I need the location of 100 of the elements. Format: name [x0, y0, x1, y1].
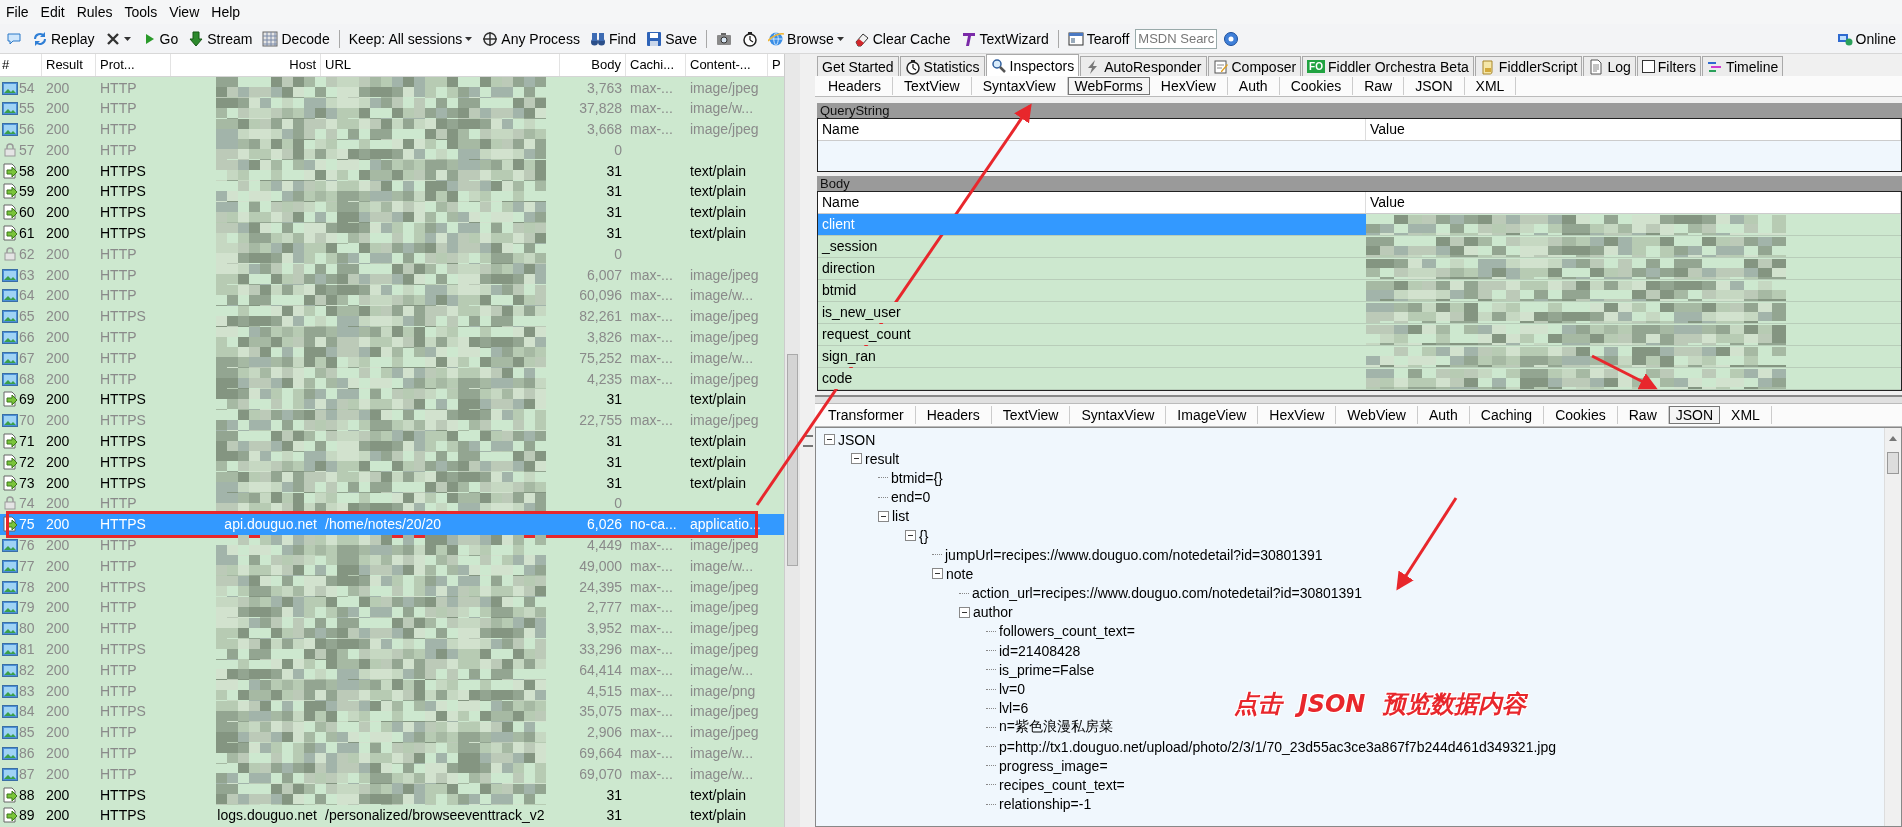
- menu-item[interactable]: Edit: [36, 3, 69, 21]
- column-header[interactable]: Cachi...: [626, 54, 686, 76]
- tree-node[interactable]: end=0: [891, 489, 931, 506]
- tree-node[interactable]: list: [892, 508, 910, 525]
- toolbar-dropdown-button[interactable]: Browse: [764, 27, 848, 50]
- tab[interactable]: Log: [1583, 56, 1636, 76]
- session-row[interactable]: 59 200 HTTPS 31 text/plain: [0, 181, 785, 202]
- tab[interactable]: Raw: [1617, 406, 1669, 424]
- collapse-toggle[interactable]: [932, 568, 943, 580]
- tree-node[interactable]: is_prime=False: [999, 661, 1095, 678]
- tab[interactable]: SyntaxView: [971, 77, 1068, 95]
- tab[interactable]: AutoResponder: [1080, 56, 1207, 76]
- session-row[interactable]: 58 200 HTTPS 31 text/plain: [0, 160, 785, 181]
- tab[interactable]: Headers: [915, 406, 992, 424]
- toolbar-dropdown-button[interactable]: Keep: All sessions: [344, 27, 477, 50]
- column-header[interactable]: URL: [321, 54, 560, 76]
- tab[interactable]: HexView: [1258, 406, 1337, 424]
- online-button[interactable]: Online: [1832, 27, 1900, 50]
- tab[interactable]: Statistics: [899, 56, 985, 76]
- tab[interactable]: HexView: [1149, 77, 1228, 95]
- column-header[interactable]: Content-...: [686, 54, 768, 76]
- tree-node[interactable]: JSON: [838, 431, 876, 448]
- menu-item[interactable]: View: [165, 3, 204, 21]
- toolbar-button[interactable]: TextWizard: [956, 27, 1053, 50]
- session-row[interactable]: 71 200 HTTPS 31 text/plain: [0, 430, 785, 452]
- tab[interactable]: Caching: [1469, 406, 1545, 424]
- collapse-toggle[interactable]: [959, 606, 970, 618]
- collapse-toggle[interactable]: [905, 530, 916, 542]
- checkbox[interactable]: [1641, 60, 1655, 73]
- tree-node[interactable]: lvl=6: [999, 700, 1029, 717]
- tab[interactable]: Auth: [1417, 406, 1470, 424]
- tree-node[interactable]: recipes_count_text=: [999, 776, 1125, 793]
- tree-node[interactable]: result: [865, 450, 900, 467]
- tab[interactable]: Cookies: [1544, 406, 1618, 424]
- toolbar-button[interactable]: Tearoff: [1063, 27, 1134, 50]
- scrollbar[interactable]: [1884, 428, 1901, 826]
- tab[interactable]: JSON: [1404, 77, 1465, 95]
- menu-item[interactable]: File: [2, 3, 33, 21]
- toolbar-button[interactable]: Find: [585, 27, 641, 50]
- tree-node[interactable]: lv=0: [999, 681, 1026, 698]
- tree-node[interactable]: {}: [919, 527, 929, 544]
- menu-item[interactable]: Rules: [72, 3, 117, 21]
- tab[interactable]: Composer: [1207, 56, 1302, 76]
- tab[interactable]: WebForms: [1067, 77, 1150, 95]
- tree-node[interactable]: p=http://tx1.douguo.net/upload/photo/2/3/1/70_23d55ac3ce3a867f7b244d461d349321.jpg: [999, 738, 1556, 755]
- toolbar-button[interactable]: Decode: [258, 27, 334, 50]
- tab[interactable]: XML: [1720, 406, 1772, 424]
- collapse-toggle[interactable]: [851, 453, 862, 465]
- tab[interactable]: TextView: [892, 77, 972, 95]
- session-row[interactable]: 69 200 HTTPS 31 text/plain: [0, 388, 785, 410]
- tree-node[interactable]: n=紫色浪漫私房菜: [999, 718, 1113, 737]
- column-header[interactable]: Result: [42, 54, 96, 76]
- tab[interactable]: Inspectors: [985, 54, 1080, 76]
- menu-item[interactable]: Help: [207, 3, 245, 21]
- tab[interactable]: WebView: [1336, 406, 1418, 424]
- tree-node[interactable]: action_url=recipes://www.douguo.com/notedetail?id=30801391: [972, 585, 1362, 602]
- toolbar-button[interactable]: Save: [642, 27, 702, 50]
- tab[interactable]: JSON: [1668, 406, 1721, 424]
- toolbar-button[interactable]: Go: [136, 27, 183, 50]
- tree-node[interactable]: relationship=-1: [999, 796, 1092, 813]
- tab[interactable]: ImageView: [1166, 406, 1259, 424]
- tree-node[interactable]: progress_image=: [999, 757, 1108, 774]
- column-header[interactable]: Body: [560, 54, 626, 76]
- tree-node[interactable]: author: [973, 604, 1013, 621]
- toolbar-button[interactable]: Stream: [184, 27, 257, 50]
- tab[interactable]: FO Fiddler Orchestra Beta: [1302, 56, 1474, 76]
- tab[interactable]: FiddlerScript: [1474, 56, 1583, 76]
- tree-node[interactable]: followers_count_text=: [999, 623, 1135, 640]
- session-row[interactable]: 61 200 HTTPS 31 text/plain: [0, 222, 785, 244]
- search-field[interactable]: MSDN Searc: [1135, 28, 1218, 49]
- tab[interactable]: Timeline: [1701, 56, 1784, 76]
- scrollbar[interactable]: [784, 54, 800, 827]
- tree-node[interactable]: btmid={}: [891, 469, 943, 486]
- tab[interactable]: TextView: [991, 406, 1071, 424]
- tab[interactable]: Raw: [1353, 77, 1405, 95]
- session-row[interactable]: 73 200 HTTPS 31 text/plain: [0, 472, 785, 493]
- toolbar-button[interactable]: Clear Cache: [849, 27, 955, 50]
- tab[interactable]: Get Started: [817, 56, 899, 76]
- toolbar-button[interactable]: Replay: [28, 27, 99, 50]
- session-row[interactable]: 60 200 HTTPS 31 text/plain: [0, 201, 785, 223]
- tab[interactable]: Transformer: [817, 406, 916, 424]
- tree-node[interactable]: note: [946, 565, 974, 582]
- tab[interactable]: Cookies: [1279, 77, 1354, 95]
- column-header[interactable]: #: [0, 54, 42, 76]
- session-row[interactable]: 89 200 HTTPS logs.douguo.net /personalized/browseeventtrack_v2 31 text/plain: [0, 804, 785, 826]
- menu-item[interactable]: Tools: [120, 3, 162, 21]
- session-row[interactable]: 88 200 HTTPS 31 text/plain: [0, 784, 785, 805]
- collapse-toggle[interactable]: [878, 510, 889, 522]
- tab[interactable]: Auth: [1227, 77, 1280, 95]
- session-row[interactable]: 72 200 HTTPS 31 text/plain: [0, 451, 785, 473]
- collapse-toggle[interactable]: [824, 434, 835, 446]
- column-header[interactable]: Prot...: [96, 54, 171, 76]
- splitter-bar[interactable]: [815, 395, 1902, 404]
- column-header[interactable]: Host: [171, 54, 321, 76]
- tree-node[interactable]: jumpUrl=recipes://www.douguo.com/notedetail?id=30801391: [945, 546, 1323, 563]
- tab[interactable]: XML: [1464, 77, 1517, 95]
- tab[interactable]: Headers: [817, 77, 893, 95]
- tab[interactable]: SyntaxView: [1070, 406, 1167, 424]
- toolbar-button[interactable]: Any Process: [478, 27, 584, 50]
- tab[interactable]: Filters: [1636, 56, 1701, 76]
